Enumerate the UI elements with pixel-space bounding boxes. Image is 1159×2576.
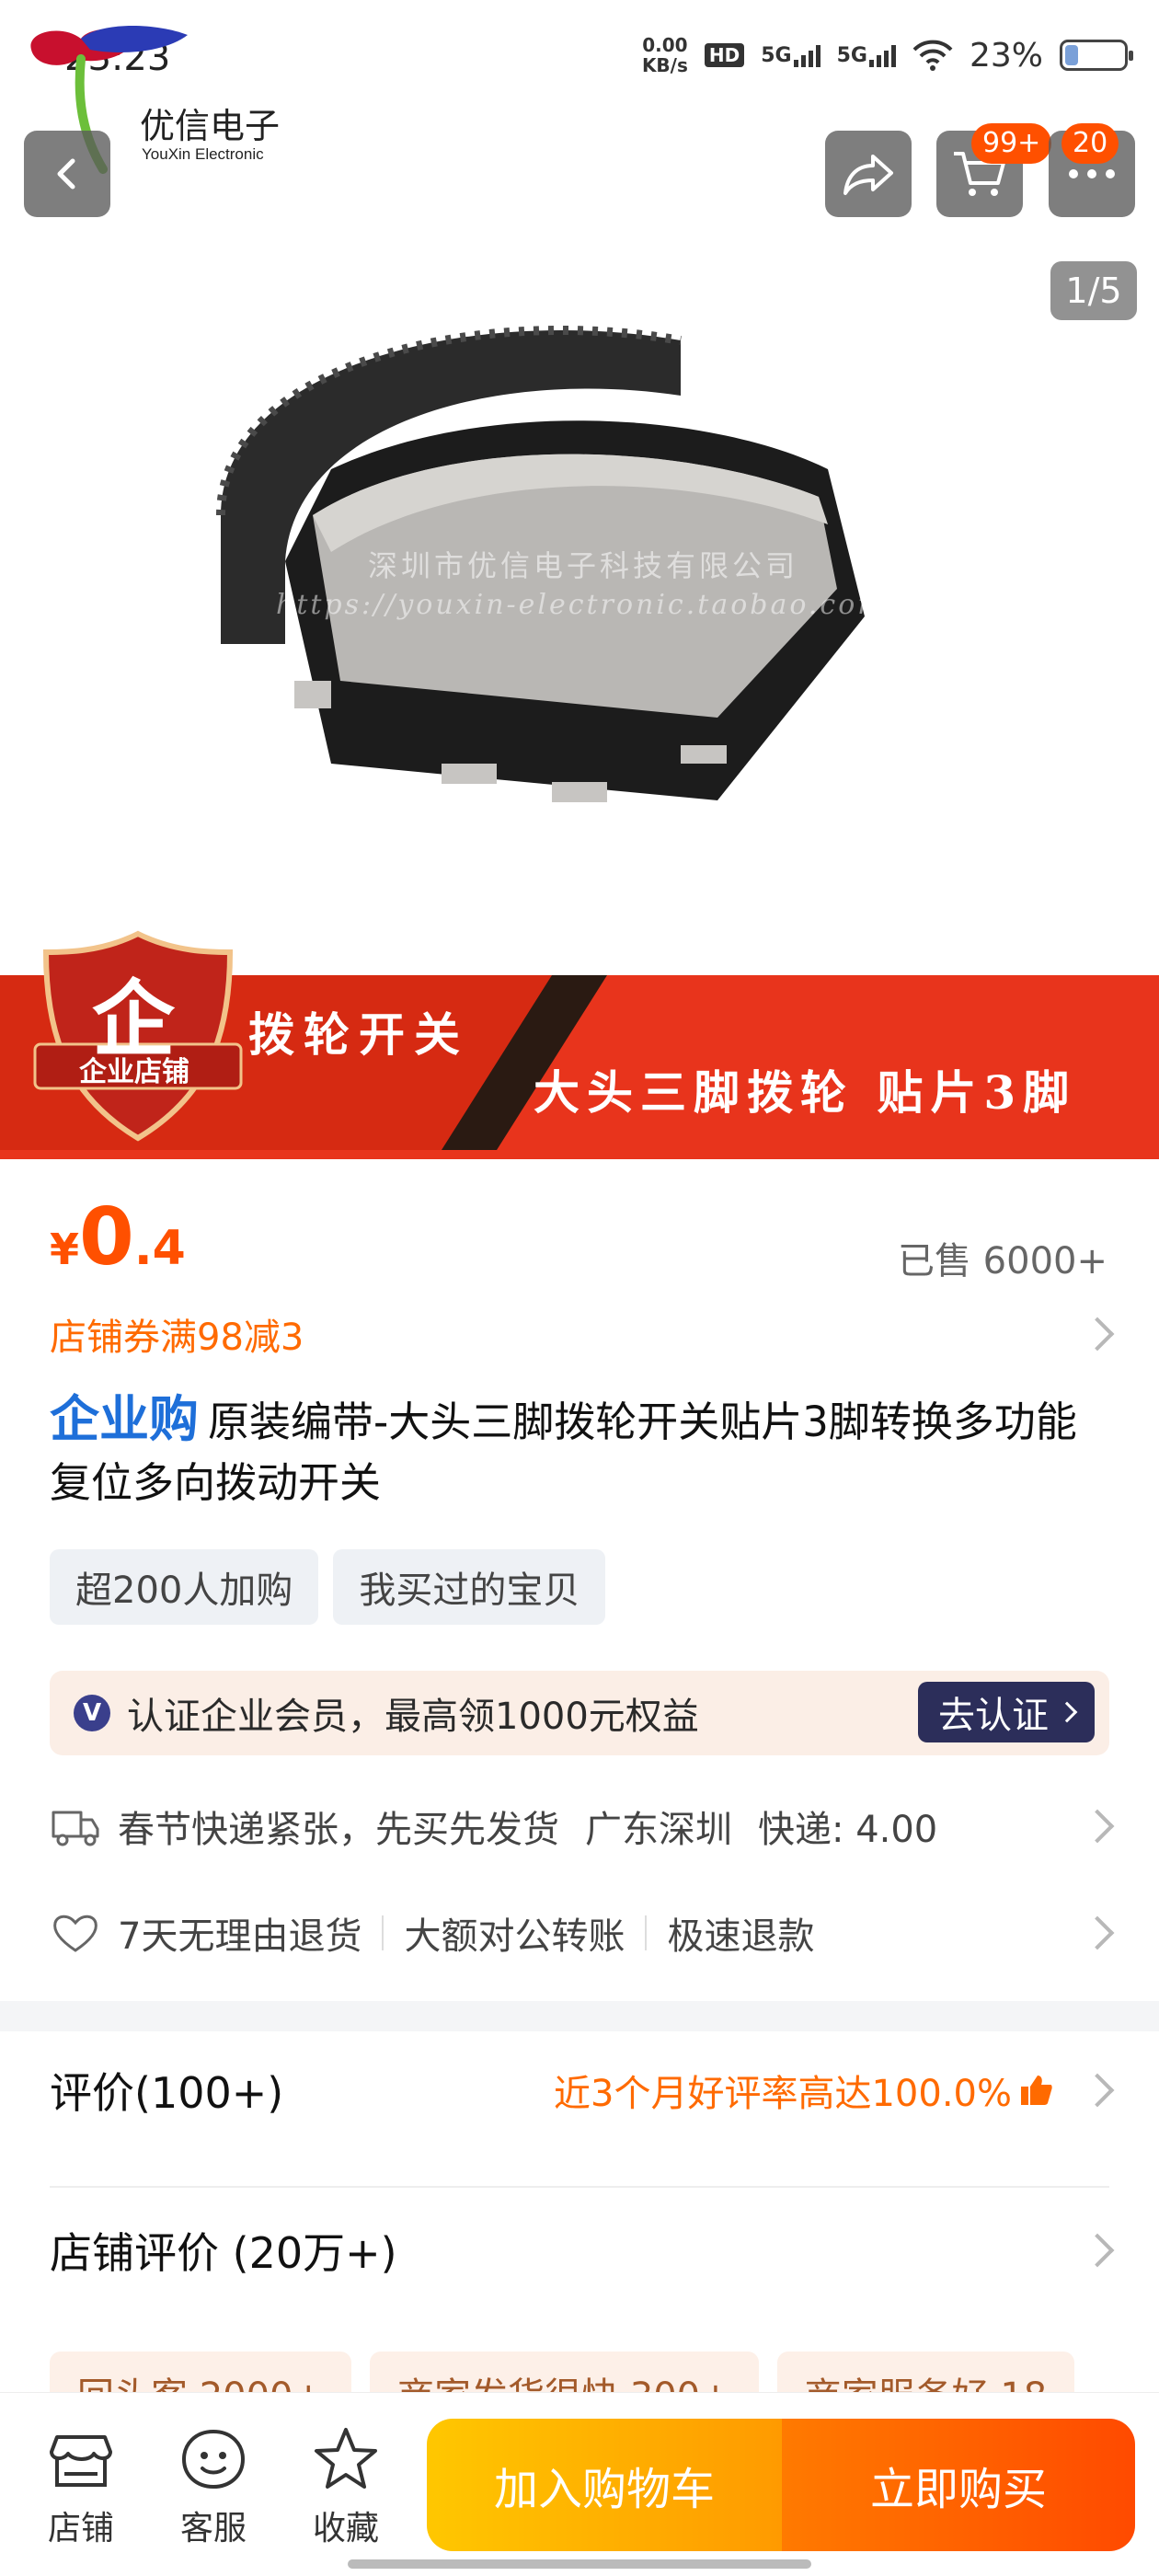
image-counter: 1/5 xyxy=(1050,261,1137,320)
banner-slogan: 大头三脚拨轮 贴片3脚 xyxy=(534,1065,1077,1120)
divider xyxy=(382,1915,384,1950)
cart-badge: 99+ xyxy=(971,123,1052,164)
hd-icon: HD xyxy=(704,43,745,67)
favorite-tab[interactable]: 收藏 xyxy=(300,2424,392,2549)
coupon-row[interactable]: 店铺券满98减3 xyxy=(50,1306,1115,1362)
verify-button[interactable]: 去认证 xyxy=(918,1682,1095,1742)
chevron-right-icon xyxy=(1080,2233,1115,2268)
verified-icon: V xyxy=(74,1695,110,1731)
enterprise-member-banner[interactable]: V 认证企业会员，最高领1000元权益 去认证 xyxy=(50,1671,1109,1755)
message-badge: 20 xyxy=(1061,123,1119,164)
store-tab[interactable]: 店铺 xyxy=(35,2424,127,2549)
price-currency: ¥ xyxy=(50,1225,80,1274)
chevron-right-icon xyxy=(1080,1317,1115,1351)
customer-service-icon xyxy=(181,2429,246,2490)
product-gallery[interactable]: 深圳市优信电子科技有限公司 https://youxin-electronic.… xyxy=(0,0,1159,1159)
more-icon xyxy=(1069,169,1115,178)
store-tab-label: 店铺 xyxy=(47,2510,114,2547)
product-title: 企业购 原装编带-大头三脚拨轮开关贴片3脚转换多功能复位多向拨动开关 xyxy=(50,1389,1117,1513)
share-button[interactable] xyxy=(825,131,912,217)
chevron-right-icon xyxy=(1080,2073,1115,2108)
chevron-right-icon xyxy=(1080,1915,1115,1950)
divider xyxy=(645,1915,648,1950)
signal-icon: 5G xyxy=(761,44,820,67)
favorite-label: 收藏 xyxy=(312,2510,379,2547)
price-decimal: .4 xyxy=(133,1221,186,1276)
heart-shield-icon xyxy=(53,1915,98,1952)
sold-count: 已售 6000+ xyxy=(897,1240,1107,1282)
shipping-note: 春节快递紧张，先买先发货 xyxy=(118,1809,559,1851)
wifi-icon xyxy=(912,40,953,71)
shipping-fee: 快递: 4.00 xyxy=(758,1809,938,1851)
battery-percent: 23% xyxy=(969,36,1043,75)
cart-button[interactable]: 99+ xyxy=(936,123,1052,217)
chip-add-cart-count[interactable]: 超200人加购 xyxy=(50,1549,319,1625)
add-to-cart-button[interactable]: 加入购物车 xyxy=(427,2419,782,2551)
customer-service-label: 客服 xyxy=(179,2510,247,2547)
price: ¥ 0 .4 xyxy=(50,1196,186,1279)
member-text: 认证企业会员，最高领1000元权益 xyxy=(127,1696,699,1738)
signal-icon: 5G xyxy=(837,44,896,67)
network-speed: 0.00 KB/s xyxy=(641,34,688,76)
store-reviews-row[interactable]: 店铺评价 (20万+) xyxy=(50,2214,1115,2287)
reviews-title: 评价(100+) xyxy=(50,2068,284,2118)
product-title-text: 原装编带-大头三脚拨轮开关贴片3脚转换多功能复位多向拨动开关 xyxy=(50,1397,1077,1507)
shipping-origin: 广东深圳 xyxy=(585,1809,732,1851)
brand-name: 优信电子 xyxy=(140,106,281,146)
store-icon xyxy=(50,2435,112,2487)
service-transfer: 大额对公转账 xyxy=(404,1915,625,1958)
brand-name-en: YouXin Electronic xyxy=(142,145,264,163)
chevron-right-icon xyxy=(1080,1809,1115,1844)
product-info: ¥ 0 .4 已售 6000+ 店铺券满98减3 企业购 原装编带-大头三脚拨轮开… xyxy=(0,1159,1159,2001)
store-reviews-title: 店铺评价 (20万+) xyxy=(50,2228,397,2278)
positive-rate: 近3个月好评率高达100.0% xyxy=(554,2064,1054,2117)
price-integer: 0 xyxy=(79,1191,134,1283)
service-return: 7天无理由退货 xyxy=(118,1915,362,1958)
customer-service-tab[interactable]: 客服 xyxy=(167,2424,259,2549)
battery-icon xyxy=(1060,40,1133,71)
store-coupon: 店铺券满98减3 xyxy=(50,1317,304,1359)
back-icon xyxy=(57,158,75,190)
star-icon xyxy=(315,2428,377,2489)
watermark-text: 深圳市优信电子科技有限公司 xyxy=(368,548,799,583)
truck-icon xyxy=(52,1811,99,1846)
thumb-up-icon xyxy=(1021,2076,1052,2105)
shipping-row[interactable]: 春节快递紧张，先买先发货 广东深圳 快递: 4.00 xyxy=(50,1794,1115,1858)
more-button[interactable]: 20 xyxy=(1049,123,1135,217)
enterprise-purchase-tag: 企业购 xyxy=(50,1390,199,1448)
tag-chips: 超200人加购 我买过的宝贝 xyxy=(50,1549,606,1625)
bottom-action-bar: 店铺 客服 收藏 加入购物车 立即购买 xyxy=(0,2392,1159,2576)
home-indicator[interactable] xyxy=(348,2559,811,2569)
back-button[interactable] xyxy=(24,131,110,217)
service-refund: 极速退款 xyxy=(667,1915,815,1958)
chip-purchased-before[interactable]: 我买过的宝贝 xyxy=(333,1549,606,1625)
status-icons: 0.00 KB/s HD 5G 5G 23% xyxy=(641,34,1133,76)
watermark-url: https://youxin-electronic.taobao.com xyxy=(276,589,887,621)
product-reviews-row[interactable]: 评价(100+) 近3个月好评率高达100.0% xyxy=(50,2053,1115,2127)
service-guarantee-row[interactable]: 7天无理由退货 大额对公转账 极速退款 xyxy=(50,1901,1115,1965)
enterprise-store-label: 企业店铺 xyxy=(79,1056,189,1088)
share-icon xyxy=(843,155,893,195)
chevron-right-icon xyxy=(1056,1701,1078,1723)
buy-now-button[interactable]: 立即购买 xyxy=(782,2419,1135,2551)
divider xyxy=(50,2186,1109,2188)
banner-category: 拨轮开关 xyxy=(248,1007,469,1062)
